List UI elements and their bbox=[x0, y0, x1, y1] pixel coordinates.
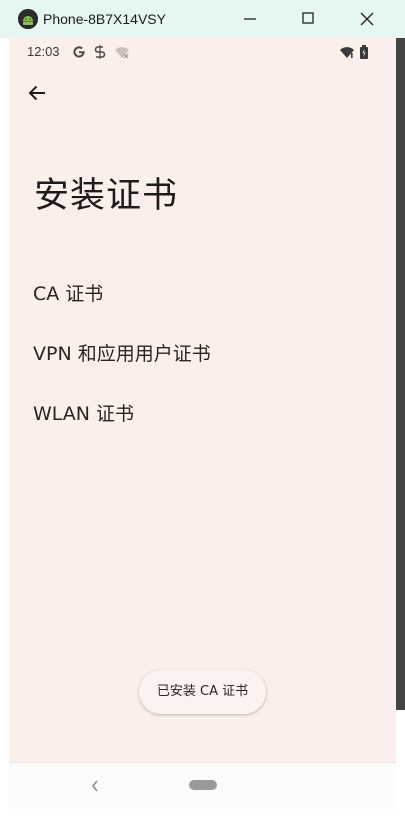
list-item-label: WLAN 证书 bbox=[33, 403, 135, 425]
maximize-button[interactable] bbox=[293, 4, 323, 34]
status-bar: 12:03 bbox=[9, 38, 396, 66]
nav-back-button[interactable] bbox=[85, 776, 105, 796]
phone-screen: 12:03 安装证书 CA 证书 VPN 和应用用户证书 WLAN 证书 已安装… bbox=[9, 38, 396, 809]
close-button[interactable] bbox=[352, 4, 382, 34]
nav-home-pill[interactable] bbox=[189, 780, 217, 790]
window-title: Phone-8B7X14VSY bbox=[43, 11, 166, 27]
emulator-window: Phone-8B7X14VSY 12:03 安装证书 CA 证书 VPN 和应用… bbox=[0, 0, 405, 817]
page-title: 安装证书 bbox=[34, 176, 179, 216]
window-titlebar: Phone-8B7X14VSY bbox=[0, 0, 405, 38]
installed-ca-certificates-button[interactable]: 已安装 CA 证书 bbox=[139, 670, 266, 714]
list-item-label: VPN 和应用用户证书 bbox=[33, 343, 211, 365]
android-icon bbox=[18, 9, 38, 29]
minimize-button[interactable] bbox=[235, 4, 265, 34]
minimize-icon bbox=[244, 18, 256, 20]
status-time: 12:03 bbox=[27, 44, 60, 59]
window-side-edge bbox=[396, 38, 405, 710]
list-item-label: CA 证书 bbox=[33, 283, 104, 305]
list-item-ca-certificate[interactable]: CA 证书 bbox=[9, 269, 396, 319]
navigation-bar bbox=[9, 762, 396, 809]
back-button[interactable] bbox=[23, 78, 53, 108]
maximize-icon bbox=[302, 12, 314, 24]
list-item-wlan-certificate[interactable]: WLAN 证书 bbox=[9, 389, 396, 439]
arrow-left-icon bbox=[28, 85, 45, 101]
close-icon bbox=[360, 12, 374, 26]
installed-button-label: 已安装 CA 证书 bbox=[156, 684, 249, 699]
list-item-vpn-app-user-certificate[interactable]: VPN 和应用用户证书 bbox=[9, 329, 396, 379]
nav-back-icon bbox=[91, 780, 98, 792]
